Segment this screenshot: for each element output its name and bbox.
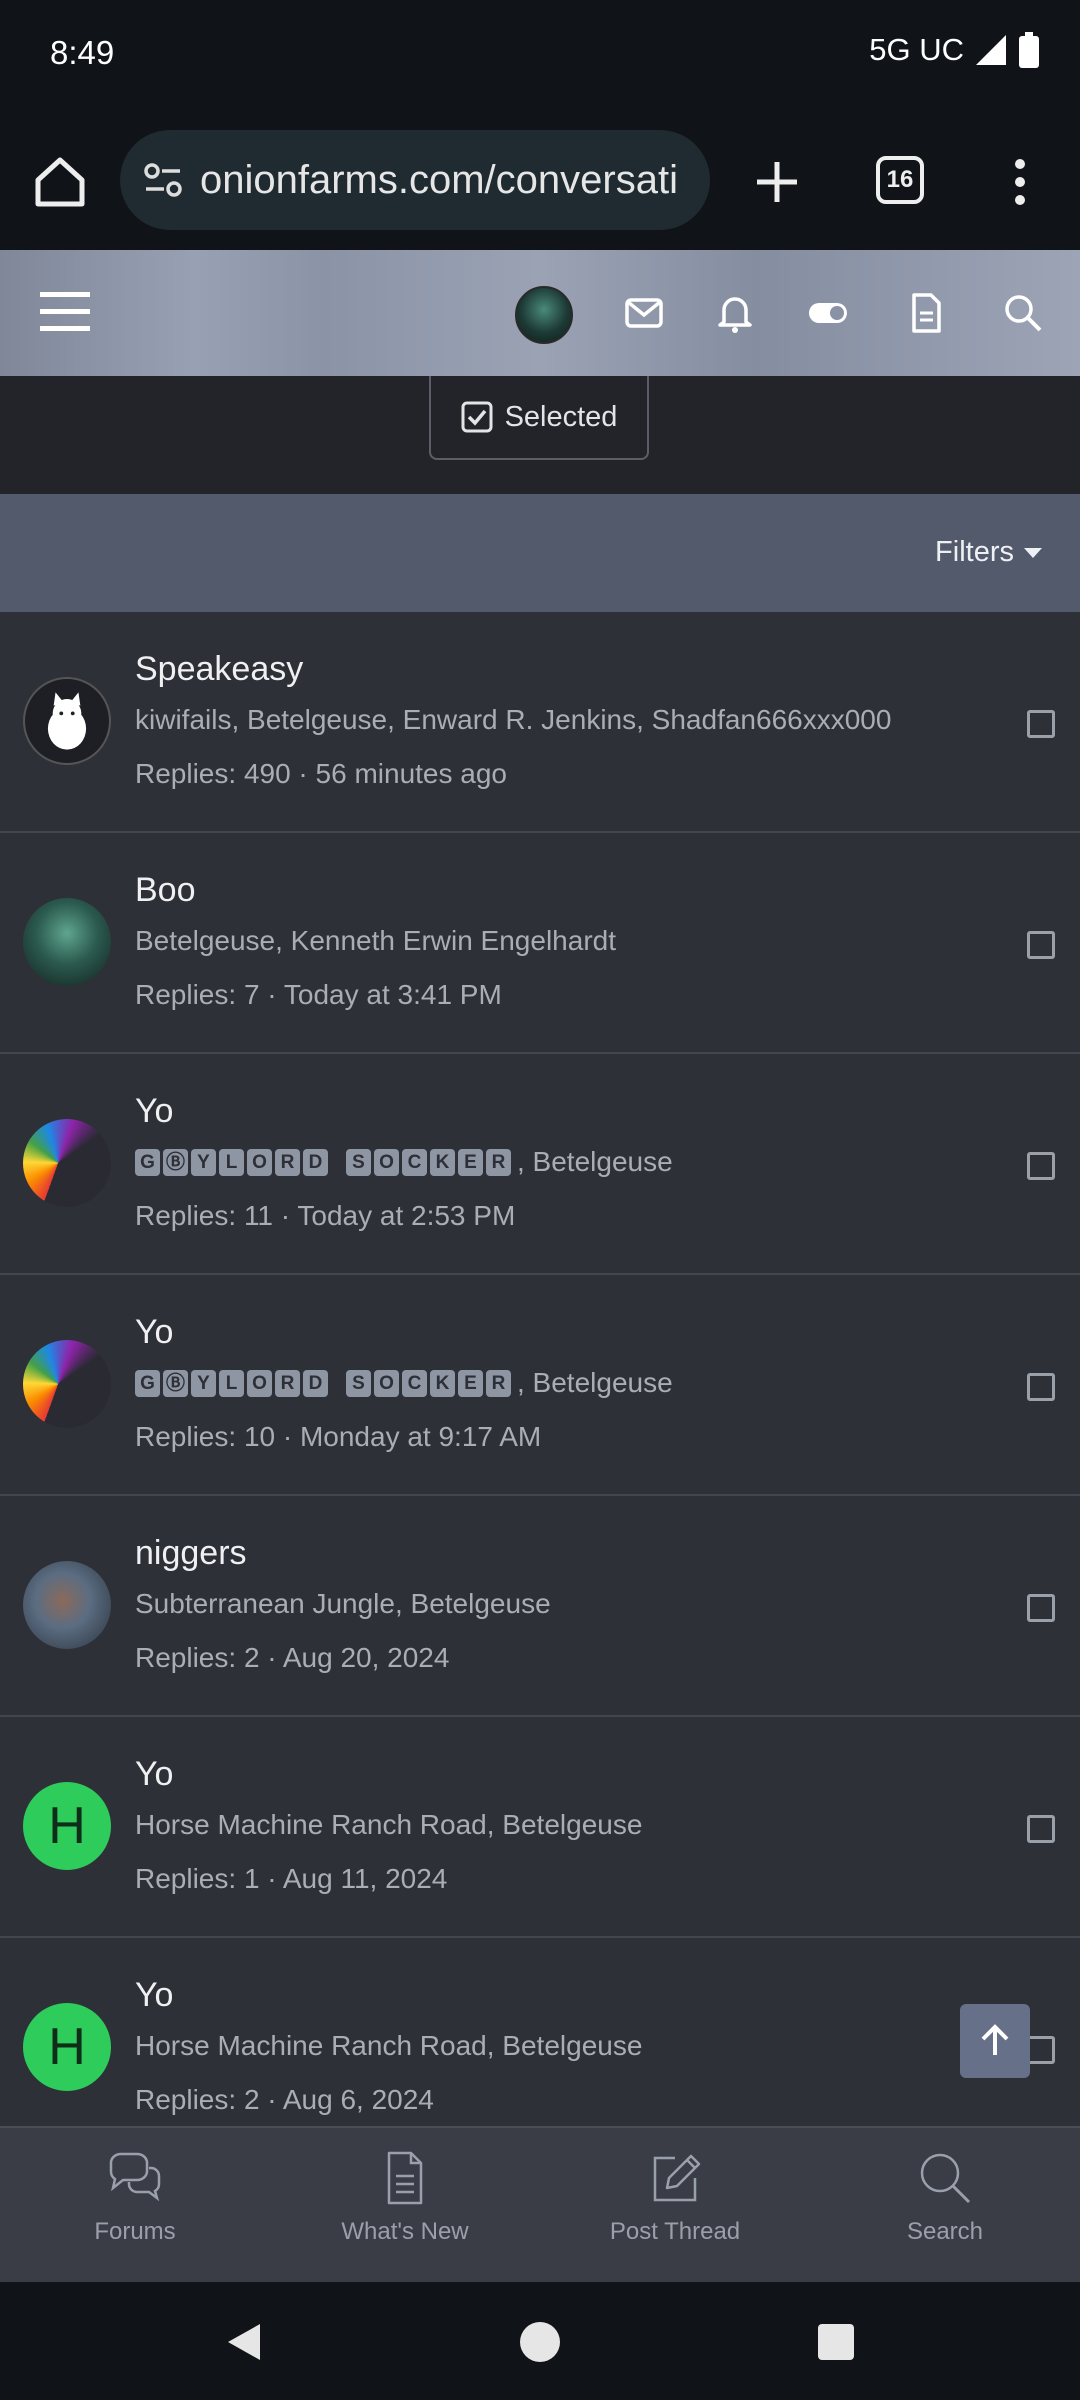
conversation-participants: Horse Machine Ranch Road, Betelgeuse — [135, 2030, 643, 2061]
nav-forums[interactable]: Forums — [0, 2148, 270, 2268]
tab-switcher-button[interactable]: 16 — [876, 156, 924, 204]
boxed-name-part-1: G Ⓑ Y L O R D — [135, 1148, 328, 1176]
conversation-title[interactable]: Yo — [135, 1755, 173, 1794]
conversation-title[interactable]: Boo — [135, 871, 196, 910]
nav-label: Post Thread — [609, 2218, 741, 2245]
participants-suffix: , Betelgeuse — [517, 1367, 673, 1398]
cat-avatar[interactable] — [23, 677, 111, 765]
battery-icon — [1019, 32, 1039, 68]
conversation-participants: Subterranean Jungle, Betelgeuse — [135, 1588, 551, 1619]
conversation-list: Speakeasy kiwifails, Betelgeuse, Enward … — [0, 612, 1080, 2159]
conversation-row[interactable]: niggers Subterranean Jungle, Betelgeuse … — [0, 1496, 1080, 1717]
scroll-to-top-button[interactable] — [960, 2004, 1030, 2078]
conversation-meta: Replies: 2 · Aug 6, 2024 — [135, 2084, 434, 2115]
document-icon — [387, 2151, 423, 2205]
conversation-participants: kiwifails, Betelgeuse, Enward R. Jenkins… — [135, 704, 892, 735]
theme-toggle-icon[interactable] — [805, 290, 851, 336]
conversation-meta: Replies: 490 · 56 minutes ago — [135, 758, 507, 789]
chat-bubbles-icon — [109, 2152, 161, 2202]
conversation-meta: Replies: 2 · Aug 20, 2024 — [135, 1642, 450, 1673]
more-vert-icon[interactable] — [1000, 150, 1040, 214]
status-indicators: 5G UC — [869, 32, 1040, 68]
conversation-title[interactable]: Yo — [135, 1313, 173, 1352]
nav-label: What's New — [341, 2218, 469, 2245]
nav-whats-new[interactable]: What's New — [270, 2148, 540, 2268]
network-label: 5G UC — [869, 32, 964, 67]
conversation-meta: Replies: 1 · Aug 11, 2024 — [135, 1863, 448, 1894]
arrow-up-icon — [981, 2024, 1009, 2055]
conversation-row[interactable]: Speakeasy kiwifails, Betelgeuse, Enward … — [0, 612, 1080, 833]
user-avatar[interactable] — [515, 286, 573, 344]
boxed-name-part-1: G Ⓑ Y L O R D — [135, 1369, 328, 1397]
conversation-participants: G Ⓑ Y L O R D SOCKER , Betelgeuse — [135, 1367, 673, 1399]
home-icon[interactable] — [28, 150, 92, 214]
bell-icon[interactable] — [712, 290, 758, 336]
filters-label: Filters — [935, 536, 1014, 568]
home-nav-icon[interactable] — [518, 2320, 562, 2364]
bottom-navigation: Forums What's New Post Thread Search — [0, 2126, 1080, 2284]
nav-label: Search — [906, 2218, 984, 2245]
conversation-title[interactable]: Yo — [135, 1092, 173, 1131]
conversation-participants: Betelgeuse, Kenneth Erwin Engelhardt — [135, 925, 616, 956]
hamburger-menu-icon[interactable] — [40, 290, 90, 334]
filters-button[interactable]: Filters — [935, 536, 1042, 569]
checkbox-checked-icon — [461, 401, 493, 433]
conversation-participants: G Ⓑ Y L O R D SOCKER , Betelgeuse — [135, 1146, 673, 1178]
search-icon[interactable] — [1000, 290, 1046, 336]
url-bar[interactable]: onionfarms.com/conversati — [120, 130, 710, 230]
selected-button[interactable]: Selected — [429, 376, 649, 460]
conversation-row[interactable]: Yo G Ⓑ Y L O R D SOCKER , Betelgeuse Replies: … — [0, 1054, 1080, 1275]
conversation-meta: Replies: 10 · Monday at 9:17 AM — [135, 1421, 542, 1452]
select-checkbox[interactable] — [1027, 1373, 1055, 1401]
select-checkbox[interactable] — [1027, 1815, 1055, 1843]
boxed-name-part-2: SOCKER — [346, 1369, 511, 1397]
participants-suffix: , Betelgeuse — [517, 1146, 673, 1177]
selection-strip: Selected — [0, 376, 1080, 494]
select-checkbox[interactable] — [1027, 931, 1055, 959]
select-checkbox[interactable] — [1027, 710, 1055, 738]
nav-search[interactable]: Search — [810, 2148, 1080, 2268]
status-bar: 8:49 5G UC — [0, 0, 1080, 110]
conversation-participants: Horse Machine Ranch Road, Betelgeuse — [135, 1809, 643, 1840]
signal-icon — [976, 35, 1006, 65]
conversation-meta: Replies: 7 · Today at 3:41 PM — [135, 979, 502, 1010]
filters-bar: Filters — [0, 494, 1080, 612]
site-settings-icon[interactable] — [140, 157, 186, 203]
rainbow-avatar[interactable] — [23, 1340, 111, 1428]
conversation-meta: Replies: 11 · Today at 2:53 PM — [135, 1200, 516, 1231]
select-checkbox[interactable] — [1027, 2036, 1055, 2064]
boxed-name-part-2: SOCKER — [346, 1148, 511, 1176]
back-icon[interactable] — [222, 2320, 266, 2364]
conversation-title[interactable]: Yo — [135, 1976, 173, 2015]
nav-label: Forums — [94, 2218, 176, 2245]
conversation-title[interactable]: Speakeasy — [135, 650, 303, 689]
rainbow-avatar[interactable] — [23, 1119, 111, 1207]
selected-label: Selected — [504, 400, 618, 433]
new-tab-icon[interactable] — [745, 150, 809, 214]
recents-icon[interactable] — [814, 2320, 858, 2364]
site-header — [0, 250, 1080, 376]
url-text: onionfarms.com/conversati — [200, 157, 678, 202]
edit-icon — [653, 2154, 701, 2202]
painting-avatar[interactable] — [23, 1561, 111, 1649]
ghoul-avatar[interactable] — [23, 898, 111, 986]
nav-post-thread[interactable]: Post Thread — [540, 2148, 810, 2268]
system-navigation-bar — [0, 2282, 1080, 2400]
letter-avatar[interactable]: H — [23, 2003, 111, 2091]
mail-icon[interactable] — [621, 290, 667, 336]
search-icon — [920, 2153, 971, 2204]
conversation-title[interactable]: niggers — [135, 1534, 247, 1573]
browser-toolbar: onionfarms.com/conversati 16 — [0, 110, 1080, 250]
conversation-row[interactable]: Yo G Ⓑ Y L O R D SOCKER , Betelgeuse Replies: … — [0, 1275, 1080, 1496]
select-checkbox[interactable] — [1027, 1152, 1055, 1180]
conversation-row[interactable]: H Yo Horse Machine Ranch Road, Betelgeus… — [0, 1717, 1080, 1938]
caret-down-icon — [1024, 547, 1042, 558]
letter-avatar[interactable]: H — [23, 1782, 111, 1870]
select-checkbox[interactable] — [1027, 1594, 1055, 1622]
document-icon[interactable] — [903, 290, 949, 336]
status-time: 8:49 — [50, 34, 115, 71]
conversation-row[interactable]: Boo Betelgeuse, Kenneth Erwin Engelhardt… — [0, 833, 1080, 1054]
